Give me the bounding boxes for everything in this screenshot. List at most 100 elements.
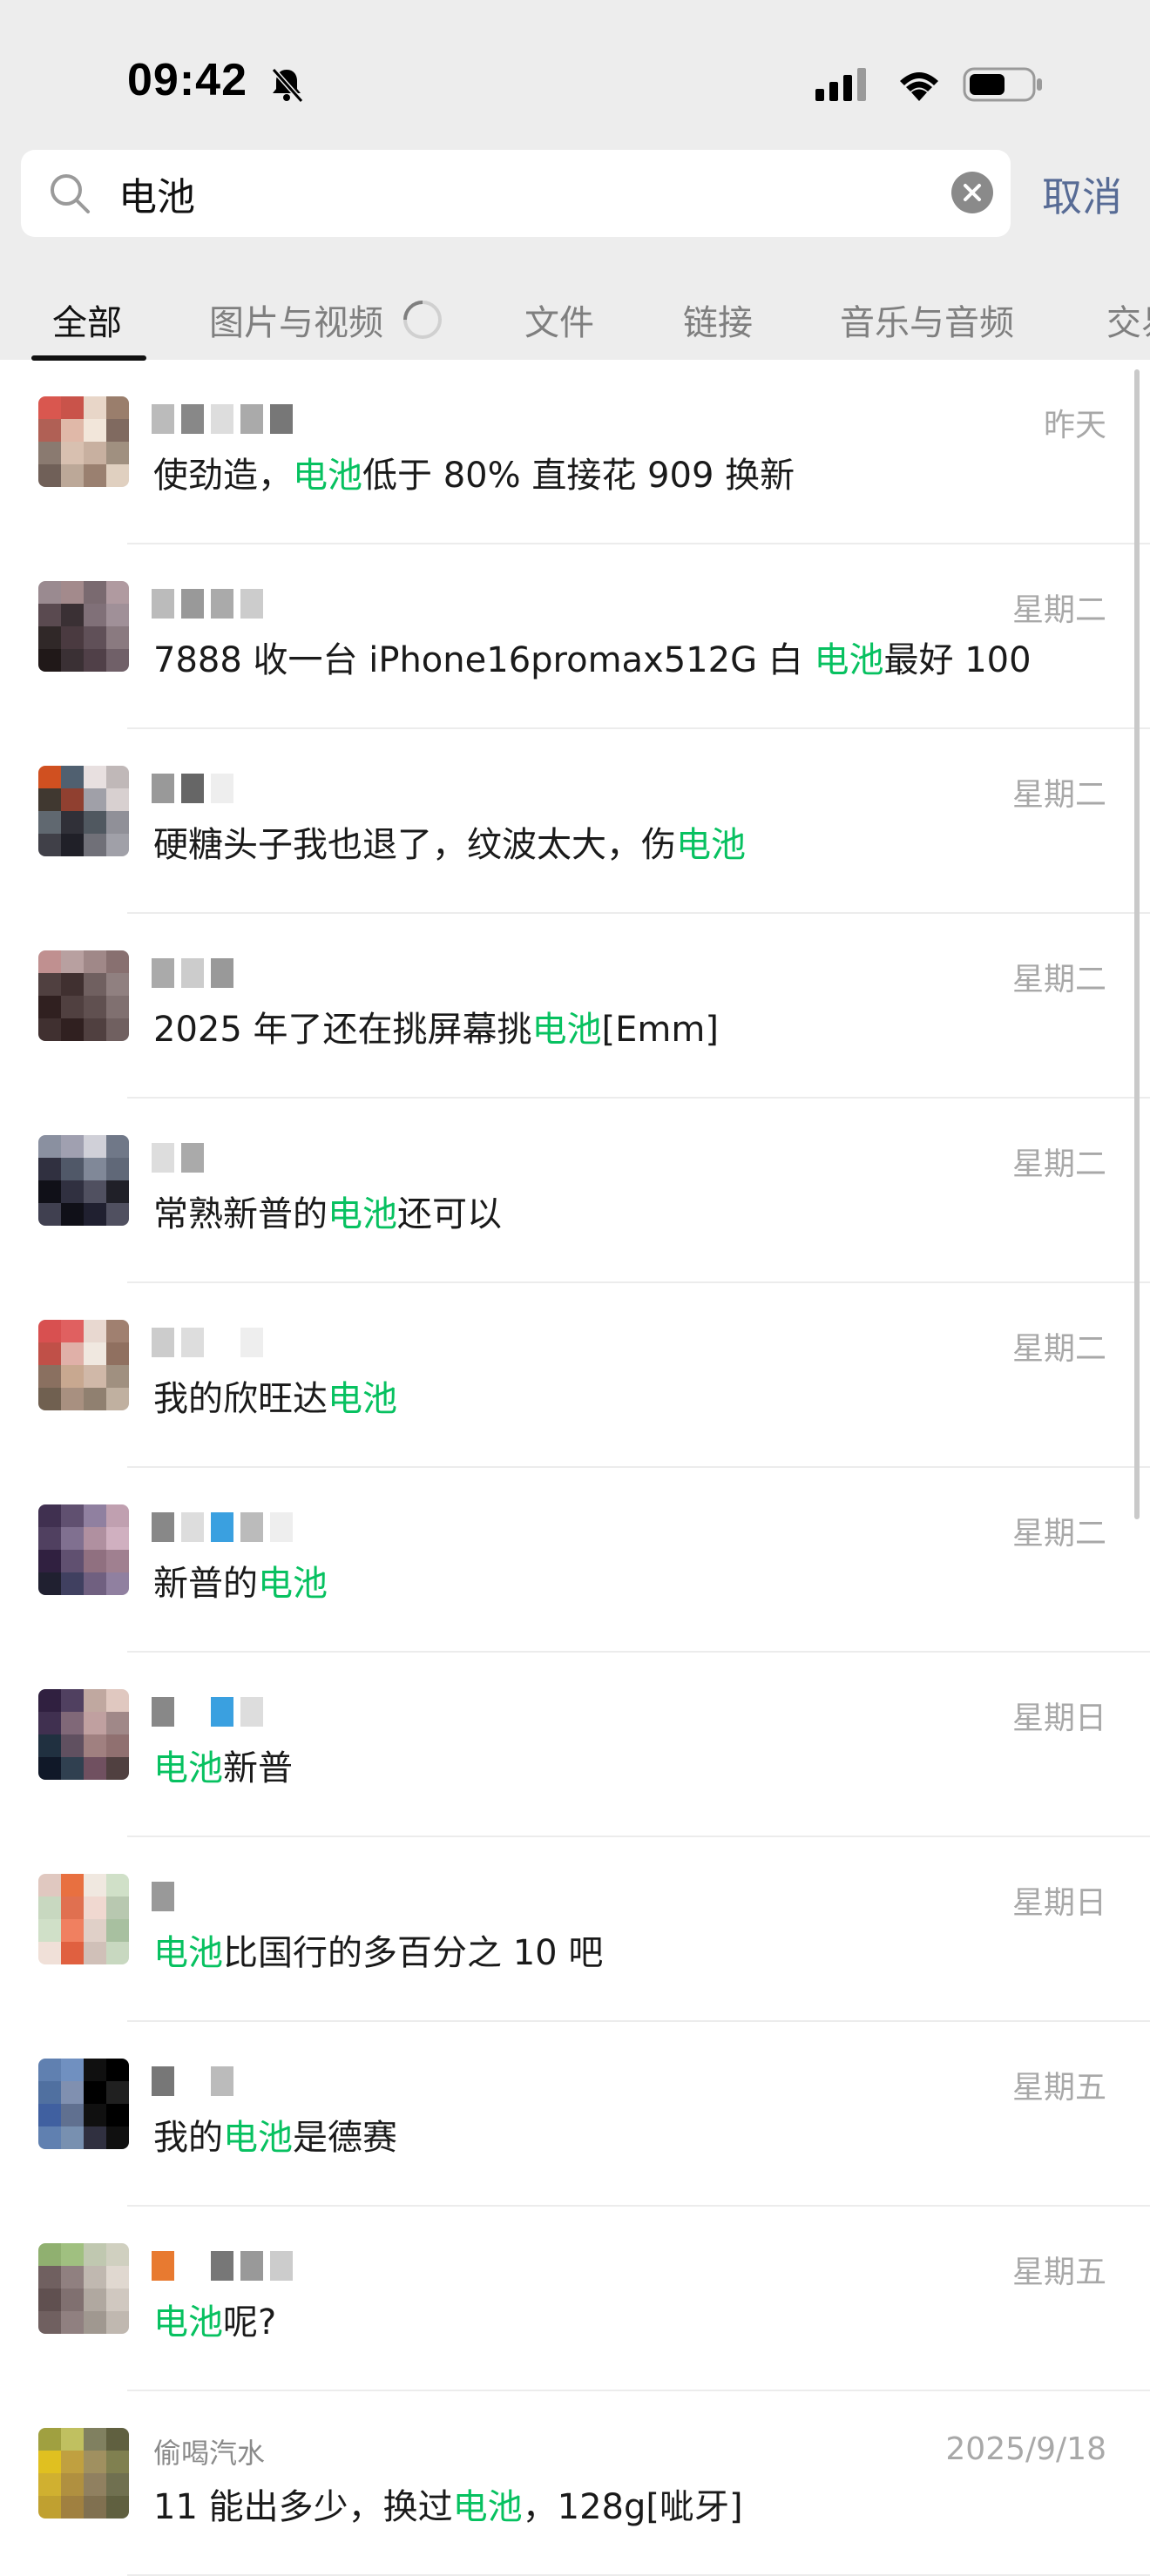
snippet-text: 新普 — [223, 1748, 293, 1788]
avatar[interactable] — [38, 1874, 129, 1964]
result-date: 星期五 — [1011, 2255, 1106, 2290]
result-date: 星期二 — [1011, 962, 1106, 997]
message-snippet: 使劲造，电池低于 80% 直接花 909 换新 — [153, 447, 795, 497]
avatar[interactable] — [38, 2428, 129, 2519]
message-snippet: 我的欣旺达电池 — [153, 1370, 397, 1421]
avatar[interactable] — [38, 766, 129, 856]
tab-images-videos[interactable]: 图片与视频 — [209, 294, 383, 345]
tab-links[interactable]: 链接 — [683, 294, 753, 345]
clear-icon[interactable] — [950, 171, 994, 214]
result-item[interactable]: 星期日电池比国行的多百分之 10 吧 — [0, 1837, 1150, 2022]
tab-files[interactable]: 文件 — [524, 294, 594, 345]
message-snippet: 电池比国行的多百分之 10 吧 — [153, 1924, 603, 1975]
avatar[interactable] — [38, 1504, 129, 1595]
battery-icon — [963, 67, 1042, 102]
snippet-text: 我的 — [153, 2118, 223, 2158]
message-snippet: 硬糖头子我也退了，纹波太大，伤电池 — [153, 816, 746, 867]
avatar[interactable] — [38, 1689, 129, 1780]
keyword-highlight: 电池 — [223, 2118, 293, 2158]
result-item[interactable]: 星期二 2025 年了还在挑屏幕挑电池[Emm] — [0, 914, 1150, 1099]
keyword-highlight: 电池 — [153, 1748, 223, 1788]
snippet-text: 还可以 — [397, 1194, 502, 1234]
contact-name-redacted — [152, 2248, 293, 2283]
keyword-highlight: 电池 — [676, 825, 746, 865]
tab-all[interactable]: 全部 — [52, 294, 122, 345]
avatar[interactable] — [38, 396, 129, 487]
avatar[interactable] — [38, 950, 129, 1041]
bell-muted-icon — [271, 68, 304, 103]
contact-name-redacted — [152, 2064, 233, 2099]
result-date: 星期二 — [1011, 777, 1106, 813]
tab-music-audio[interactable]: 音乐与音频 — [840, 294, 1014, 345]
result-date: 星期二 — [1011, 1516, 1106, 1552]
message-snippet: 我的电池是德赛 — [153, 2109, 397, 2160]
snippet-text: 最好 100 — [883, 640, 1032, 680]
keyword-highlight: 电池 — [328, 1194, 397, 1234]
scrollbar[interactable] — [1134, 369, 1140, 1519]
message-snippet: 电池新普 — [153, 1740, 293, 1790]
search-box[interactable] — [21, 150, 1011, 237]
snippet-text: 呢? — [223, 2302, 277, 2343]
result-date: 星期日 — [1011, 1885, 1106, 1921]
result-item[interactable]: 星期日电池新普 — [0, 1653, 1150, 1837]
keyword-highlight: 电池 — [293, 456, 362, 496]
snippet-text: 我的欣旺达 — [153, 1379, 328, 1419]
contact-name-redacted — [152, 402, 293, 436]
tab-images-videos-label: 图片与视频 — [209, 303, 383, 343]
keyword-highlight: 电池 — [452, 2487, 523, 2527]
result-item[interactable]: 星期二硬糖头子我也退了，纹波太大，伤电池 — [0, 729, 1150, 914]
snippet-text: 7888 收一台 iPhone16promax512G 白 — [153, 640, 815, 680]
snippet-text: 11 能出多少，换过 — [153, 2487, 453, 2527]
avatar[interactable] — [38, 581, 129, 672]
snippet-text: 新普的 — [153, 1564, 258, 1604]
snippet-text: 是德赛 — [293, 2118, 397, 2158]
snippet-text: 低于 80% 直接花 909 换新 — [362, 456, 795, 496]
cancel-button[interactable]: 取消 — [1042, 166, 1122, 223]
contact-name-redacted — [152, 1879, 174, 1914]
result-item[interactable]: 昨天使劲造，电池低于 80% 直接花 909 换新 — [0, 360, 1150, 544]
avatar[interactable] — [38, 1135, 129, 1226]
contact-name-redacted — [152, 1325, 263, 1360]
message-snippet: 7888 收一台 iPhone16promax512G 白 电池最好 100 — [153, 632, 1032, 682]
filter-tabs: 全部 图片与视频 文件 链接 音乐与音频 交易 — [0, 287, 1150, 361]
keyword-highlight: 电池 — [328, 1379, 397, 1419]
result-item[interactable]: 偷喝汽水 2025/9/18 11 能出多少，换过电池，128g[呲牙] — [0, 2391, 1150, 2576]
snippet-text: 常熟新普的 — [153, 1194, 328, 1234]
contact-name-redacted — [152, 956, 233, 991]
message-snippet: 2025 年了还在挑屏幕挑电池[Emm] — [153, 1001, 719, 1051]
keyword-highlight: 电池 — [814, 640, 884, 680]
result-item[interactable]: 星期五我的电池是德赛 — [0, 2022, 1150, 2207]
result-date: 星期二 — [1011, 1331, 1106, 1367]
snippet-text: [Emm] — [601, 1010, 719, 1050]
avatar[interactable] — [38, 1320, 129, 1410]
tab-transactions[interactable]: 交易 — [1106, 294, 1150, 345]
message-snippet: 电池呢? — [153, 2294, 276, 2344]
contact-name-redacted — [152, 586, 263, 621]
result-date: 昨天 — [1043, 408, 1106, 443]
result-item[interactable]: 星期二我的欣旺达电池 — [0, 1283, 1150, 1468]
status-bar: 09:42 — [0, 0, 1150, 148]
loading-spinner-icon — [403, 301, 442, 339]
search-input[interactable] — [118, 164, 868, 223]
search-icon — [51, 174, 90, 213]
avatar[interactable] — [38, 2059, 129, 2149]
result-item[interactable]: 星期二 7888 收一台 iPhone16promax512G 白 电池最好 10… — [0, 544, 1150, 729]
result-item[interactable]: 星期二常熟新普的电池还可以 — [0, 1099, 1150, 1283]
message-snippet: 常熟新普的电池还可以 — [153, 1186, 502, 1236]
result-date: 星期五 — [1011, 2070, 1106, 2106]
cellular-signal-icon — [815, 68, 866, 101]
contact-name: 偷喝汽水 — [153, 2437, 266, 2470]
result-date: 星期二 — [1011, 1146, 1106, 1182]
keyword-highlight: 电池 — [153, 2302, 223, 2343]
result-item[interactable]: 星期五电池呢? — [0, 2207, 1150, 2391]
result-date: 星期日 — [1011, 1700, 1106, 1736]
avatar[interactable] — [38, 2243, 129, 2334]
message-snippet: 新普的电池 — [153, 1555, 328, 1606]
keyword-highlight: 电池 — [153, 1933, 223, 1973]
result-item[interactable]: 星期二新普的电池 — [0, 1468, 1150, 1653]
snippet-text: 使劲造， — [153, 456, 293, 496]
result-date: 星期二 — [1011, 592, 1106, 628]
result-date: 2025/9/18 — [945, 2431, 1106, 2467]
status-time: 09:42 — [127, 55, 247, 105]
snippet-text: 2025 年了还在挑屏幕挑 — [153, 1010, 532, 1050]
